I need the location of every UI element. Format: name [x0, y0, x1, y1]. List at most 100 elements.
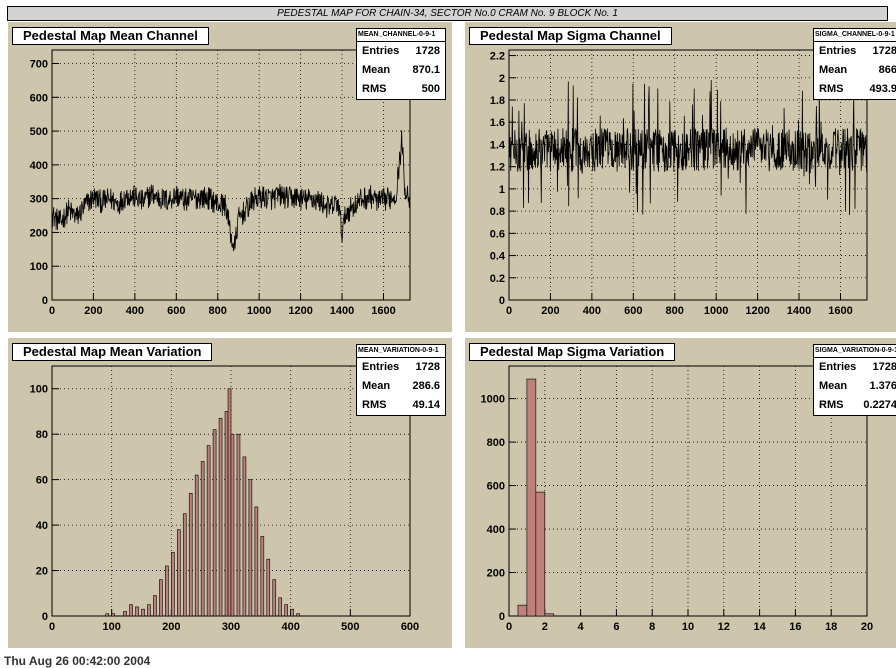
histogram-bar	[242, 456, 247, 617]
stats-mean-label: Mean	[819, 64, 848, 76]
y-tick-label: 200	[487, 568, 505, 580]
y-tick-label: 400	[30, 160, 48, 172]
y-tick-label: 0	[499, 611, 505, 623]
stats-box: SIGMA_VARIATION-0-9-1 Entries 1728 Mean 1.…	[813, 344, 896, 416]
x-tick-label: 1600	[828, 305, 852, 317]
histogram-bar	[284, 604, 288, 617]
x-tick-label: 0	[506, 305, 512, 317]
histogram-bars	[517, 378, 555, 617]
stats-box: MEAN_CHANNEL-0-9-1 Entries 1728 Mean 870.1…	[356, 28, 446, 100]
y-tick-label: 80	[36, 429, 48, 441]
plot-title: Pedestal Map Sigma Channel	[469, 27, 672, 45]
histogram-bar	[182, 513, 187, 617]
histogram-bar	[194, 474, 199, 617]
histogram-bar	[248, 479, 253, 617]
plot-title: Pedestal Map Sigma Variation	[469, 343, 676, 361]
stats-rms-label: RMS	[819, 83, 844, 95]
y-tick-label: 0	[499, 295, 505, 307]
y-tick-label: 2	[499, 73, 505, 85]
y-tick-label: 0	[42, 611, 48, 623]
histogram-bar	[227, 388, 232, 617]
y-tick-label: 1	[499, 184, 505, 196]
histogram-bar	[159, 579, 163, 617]
x-tick-label: 600	[167, 305, 185, 317]
stats-entries: 1728	[415, 45, 440, 57]
histogram-bar	[224, 411, 229, 617]
stats-mean: 870.1	[412, 64, 440, 76]
footer-timestamp: Thu Aug 26 00:42:00 2004	[4, 654, 151, 668]
x-tick-label: 1200	[288, 305, 312, 317]
stats-mean: 286.6	[412, 380, 440, 392]
x-tick-label: 0	[49, 305, 55, 317]
stats-mean: 1.376	[869, 380, 896, 392]
y-tick-label: 1.2	[490, 162, 505, 174]
stats-entries-label: Entries	[362, 361, 400, 373]
x-tick-label: 16	[789, 621, 801, 633]
histogram-bar	[212, 429, 217, 617]
x-tick-label: 200	[84, 305, 102, 317]
data-line	[51, 130, 410, 252]
stats-name: SIGMA_CHANNEL-0-9-1	[814, 29, 896, 42]
y-tick-label: 100	[30, 384, 48, 396]
stats-entries: 1728	[415, 361, 440, 373]
x-tick-label: 1600	[371, 305, 395, 317]
histogram-bar	[171, 552, 175, 617]
stats-entries-label: Entries	[819, 361, 857, 373]
stats-rms: 500	[421, 83, 440, 95]
y-tick-label: 800	[487, 437, 505, 449]
x-tick-label: 400	[281, 621, 299, 633]
y-tick-label: 1.8	[490, 95, 505, 107]
stats-rms: 493.9	[869, 83, 896, 95]
x-tick-label: 20	[861, 621, 873, 633]
x-tick-label: 0	[49, 621, 55, 633]
x-tick-label: 1200	[745, 305, 769, 317]
stats-rms-label: RMS	[819, 399, 844, 411]
y-tick-label: 700	[30, 59, 48, 71]
y-tick-label: 1.6	[490, 117, 505, 129]
x-tick-label: 600	[401, 621, 419, 633]
histogram-bar	[290, 608, 294, 617]
stats-rms-label: RMS	[362, 399, 387, 411]
x-tick-label: 1000	[247, 305, 271, 317]
histogram-bar	[153, 595, 157, 617]
stats-name: MEAN_CHANNEL-0-9-1	[357, 29, 445, 42]
y-tick-label: 1000	[481, 394, 505, 406]
histogram-bar	[147, 604, 151, 617]
x-tick-label: 500	[341, 621, 359, 633]
y-tick-label: 2.2	[490, 51, 505, 63]
plot-title: Pedestal Map Mean Variation	[12, 343, 213, 361]
stats-box: SIGMA_CHANNEL-0-9-1 Entries 1728 Mean 866 …	[813, 28, 896, 100]
histogram-bar	[236, 433, 241, 617]
histogram-bar	[296, 613, 300, 617]
histogram-bars	[105, 388, 300, 617]
histogram-bar	[141, 608, 145, 617]
x-tick-label: 200	[162, 621, 180, 633]
histogram-bar	[278, 597, 283, 617]
histogram-bar	[188, 492, 193, 617]
x-tick-label: 12	[718, 621, 730, 633]
histogram-bar	[544, 613, 555, 617]
pad-mean-channel: 0 200 400 600 800 1000 1200 1400 1600 0 100 200 300 4…	[8, 22, 452, 332]
canvas-banner: PEDESTAL MAP FOR CHAIN-34, SECTOR No.0 C…	[7, 6, 888, 21]
histogram-bar	[206, 445, 211, 617]
histogram-bar	[218, 417, 223, 617]
histogram-bar	[165, 565, 169, 617]
histogram-bar	[517, 604, 528, 617]
y-tick-label: 0.2	[490, 273, 505, 285]
stats-entries: 1728	[872, 45, 896, 57]
x-tick-label: 800	[209, 305, 227, 317]
stats-rms: 0.2274	[863, 399, 896, 411]
histogram-bar	[129, 604, 133, 617]
stats-mean-label: Mean	[362, 380, 391, 392]
y-tick-label: 1.4	[490, 139, 506, 151]
stats-entries-label: Entries	[362, 45, 400, 57]
x-tick-label: 8	[649, 621, 655, 633]
x-tick-label: 2	[542, 621, 548, 633]
stats-mean-label: Mean	[819, 380, 848, 392]
data-line	[508, 80, 867, 216]
y-tick-label: 600	[30, 92, 48, 104]
x-tick-label: 1000	[704, 305, 728, 317]
stats-rms-label: RMS	[362, 83, 387, 95]
histogram-bar	[200, 461, 205, 617]
y-tick-label: 0	[42, 295, 48, 307]
